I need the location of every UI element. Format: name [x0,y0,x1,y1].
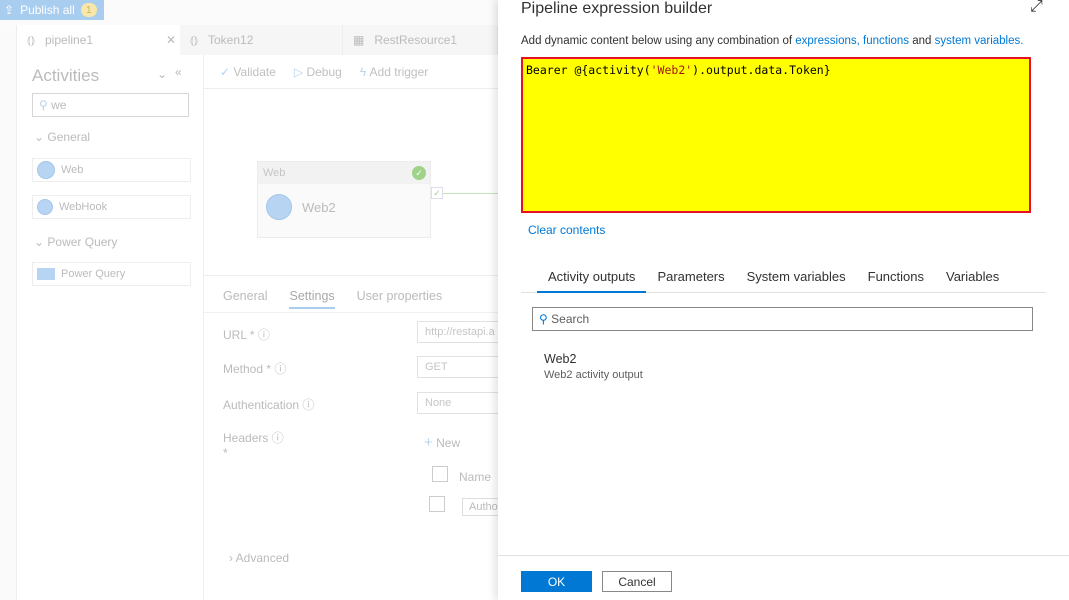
panel-description: Add dynamic content below using any comb… [521,35,1024,47]
authentication-select[interactable]: None [417,392,502,414]
tab-label: pipeline1 [45,33,94,47]
header-name-input[interactable]: Autho [462,498,502,516]
tab-pipeline1[interactable]: ⦅⦆ pipeline1 ✕ [17,25,187,55]
left-nav [0,25,17,600]
add-trigger-button[interactable]: ϟ Add trigger [360,65,428,79]
activities-title: Activities [32,66,100,85]
chevron-down-icon: ⌄ [34,235,45,249]
panel-title: Pipeline expression builder [521,0,713,17]
plus-icon: + [424,434,433,451]
collapse-all-icon[interactable]: ⌄ [157,67,167,81]
method-select[interactable]: GET [417,356,502,378]
expression-builder-panel: Pipeline expression builder ⤢ Add dynami… [498,0,1069,600]
activity-power-query[interactable]: Power Query [32,262,191,286]
activities-search-input[interactable]: ⚲ we [32,93,189,117]
search-value: we [51,98,67,112]
select-all-checkbox[interactable] [432,466,448,482]
publish-icon: ⇪ [4,3,15,17]
webhook-icon [37,199,53,215]
url-input[interactable]: http://restapi.a [417,321,502,343]
activity-web[interactable]: Web [32,158,191,182]
headers-label: Headers ⓘ * [223,431,284,460]
publish-count-badge: 1 [80,3,97,17]
web2-activity-node[interactable]: Web ✓ Web2 [257,161,431,238]
functions-link[interactable]: functions [863,35,909,47]
search-icon: ⚲ [39,98,48,112]
group-power-query[interactable]: ⌄ Power Query [34,235,117,249]
publish-all-button[interactable]: ⇪ Publish all 1 [0,0,104,20]
tab-token12[interactable]: ⦅⦆ Token12 [180,25,343,55]
validate-label: Validate [233,64,276,79]
activity-label: WebHook [59,201,108,213]
tab-system-variables[interactable]: System variables [736,262,857,293]
group-label: Power Query [47,235,118,249]
new-label: New [436,436,461,450]
row-checkbox[interactable] [429,496,445,512]
method-label: Method * ⓘ [223,362,287,376]
output-name: Web2 [544,352,577,366]
success-icon: ✓ [412,166,426,180]
builder-search-input[interactable]: ⚲ Search [532,307,1033,331]
node-type: Web [263,167,286,179]
publish-label: Publish all [20,3,75,17]
table-icon: ▦ [353,33,365,47]
name-column-header: Name [459,470,492,484]
globe-icon [37,161,55,179]
play-icon: ▷ [293,64,304,79]
advanced-toggle[interactable]: › Advanced [229,551,289,565]
search-icon: ⚲ [539,312,548,326]
chevron-down-icon: ⌄ [34,130,45,144]
ok-button[interactable]: OK [521,571,592,592]
tab-settings[interactable]: Settings [289,289,335,309]
expand-icon[interactable]: ⤢ [1030,0,1043,16]
builder-tabs: Activity outputs Parameters System varia… [521,262,1046,293]
success-output-handle[interactable]: ✓ [431,187,443,199]
pipeline-icon: ⦅⦆ [27,32,35,47]
activities-pane: Activities ⌄ « ⚲ we ⌄ General Web WebHoo… [17,55,204,600]
activity-webhook[interactable]: WebHook [32,195,191,219]
close-icon[interactable]: ✕ [166,33,176,47]
properties-pane: General Settings User properties URL * ⓘ… [204,275,502,600]
tab-user-properties[interactable]: User properties [357,289,442,309]
tab-general[interactable]: General [223,289,267,309]
group-general[interactable]: ⌄ General [34,130,90,144]
debug-label: Debug [306,64,342,79]
tab-activity-outputs[interactable]: Activity outputs [537,262,647,293]
expressions-link[interactable]: expressions, [795,35,860,47]
new-header-button[interactable]: + New [424,434,460,451]
tab-label: RestResource1 [374,33,458,47]
add-trigger-label: Add trigger [369,64,429,79]
group-label: General [47,130,91,144]
collapse-pane-icon[interactable]: « [175,65,182,79]
tab-parameters[interactable]: Parameters [646,262,735,293]
activity-label: Web [61,164,84,176]
tab-label: Token12 [208,33,254,47]
activity-label: Power Query [61,268,126,280]
tab-functions[interactable]: Functions [857,262,935,293]
pipeline-toolbar: ✓ Validate ▷ Debug ϟ Add trigger [204,55,498,89]
check-icon: ✓ [220,64,231,79]
node-name: Web2 [302,199,336,215]
output-description: Web2 activity output [544,369,643,381]
tab-restresource1[interactable]: ▦ RestResource1 [343,25,498,55]
power-query-icon [37,268,55,280]
globe-icon [266,194,292,220]
connector-line [443,193,498,194]
validate-button[interactable]: ✓ Validate [220,65,276,79]
output-item-web2[interactable]: Web2 Web2 activity output [544,352,643,381]
cancel-button[interactable]: Cancel [602,571,672,592]
authentication-label: Authentication ⓘ [223,398,315,412]
search-placeholder: Search [551,312,590,326]
tab-variables[interactable]: Variables [935,262,1010,293]
clear-contents-link[interactable]: Clear contents [528,223,605,237]
system-variables-link[interactable]: system variables. [935,35,1024,47]
expression-editor[interactable]: Bearer @{activity('Web2').output.data.To… [521,57,1031,213]
pipeline-icon: ⦅⦆ [190,32,198,47]
trigger-icon: ϟ [359,64,367,79]
debug-button[interactable]: ▷ Debug [294,65,342,79]
url-label: URL * ⓘ [223,328,270,342]
